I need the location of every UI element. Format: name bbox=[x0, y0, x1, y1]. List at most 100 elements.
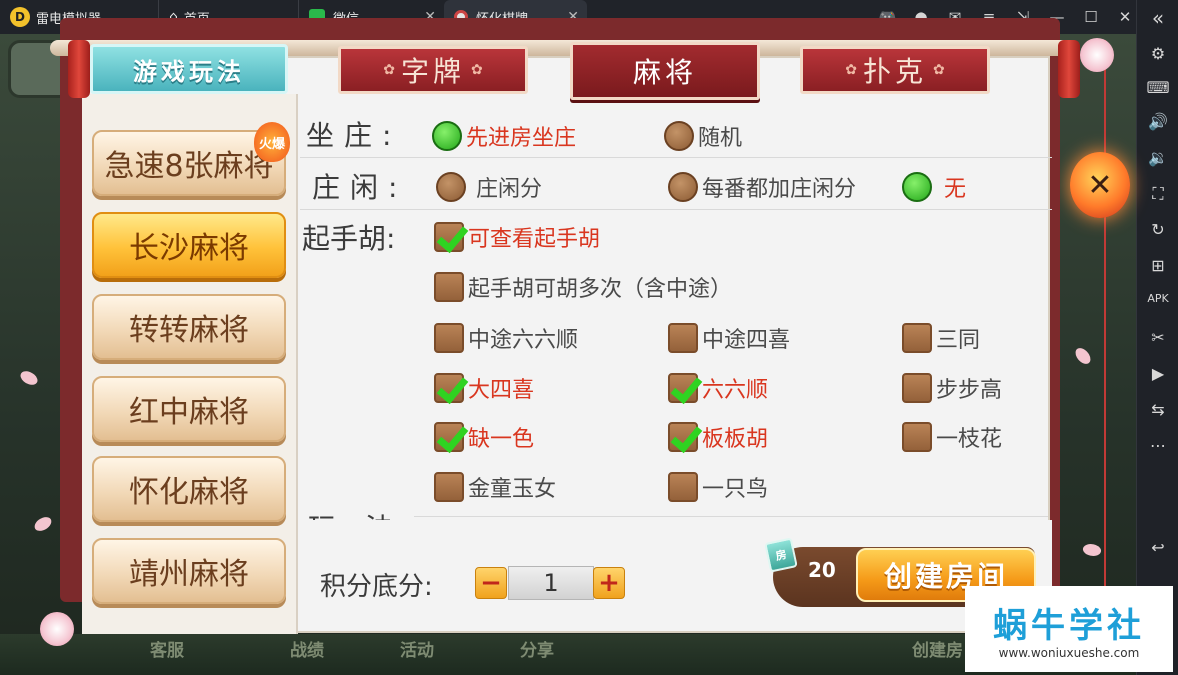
bg-service-label: 客服 bbox=[150, 641, 184, 661]
option-label: 金童玉女 bbox=[468, 477, 557, 502]
option-zhuangxian-meifan[interactable]: 每番都加庄闲分 bbox=[668, 171, 856, 203]
checkbox-view-qishouhu[interactable]: 可查看起手胡 bbox=[434, 221, 600, 253]
checkbox-multi-qishouhu[interactable]: 起手胡可胡多次（含中途） bbox=[434, 271, 732, 303]
screenshot-icon[interactable]: ⛶ bbox=[1137, 184, 1178, 204]
blossom-decoration bbox=[1080, 38, 1114, 72]
game-item-huaihua[interactable]: 怀化麻将 bbox=[92, 456, 286, 522]
option-label: 缺一色 bbox=[468, 427, 535, 452]
volume-up-icon[interactable]: 🔊 bbox=[1137, 112, 1178, 131]
checkbox-santong[interactable]: 三同 bbox=[902, 322, 980, 354]
score-value: 1 bbox=[508, 566, 594, 600]
settings-gear-icon[interactable]: ⚙ bbox=[1137, 44, 1178, 63]
game-item-jisu8[interactable]: 急速8张麻将 火爆 bbox=[92, 122, 290, 196]
game-item-hongzhong[interactable]: 红中麻将 bbox=[92, 376, 286, 442]
option-label: 起手胡可胡多次（含中途） bbox=[468, 277, 733, 302]
score-minus-button[interactable]: − bbox=[475, 567, 507, 599]
close-dialog-button[interactable]: ✕ bbox=[1070, 152, 1130, 218]
lantern-string bbox=[1104, 40, 1106, 600]
bg-create-label: 创建房 bbox=[912, 641, 963, 661]
scissors-icon[interactable]: ✂ bbox=[1137, 328, 1178, 347]
checkbox-zhongtu-sixi[interactable]: 中途四喜 bbox=[668, 322, 790, 354]
option-label: 大四喜 bbox=[468, 378, 535, 403]
blossom-decoration bbox=[40, 612, 74, 646]
checkbox-icon bbox=[668, 472, 698, 502]
clipped-row: 玩 法 bbox=[300, 505, 1040, 521]
checkbox-zhongtu-liuliushun[interactable]: 中途六六顺 bbox=[434, 322, 578, 354]
option-label: 庄闲分 bbox=[476, 177, 543, 202]
install-apk-icon[interactable]: APK bbox=[1137, 292, 1178, 305]
rotate-icon[interactable]: ↻ bbox=[1137, 220, 1178, 239]
close-window-icon[interactable]: ✕ bbox=[1116, 8, 1134, 26]
option-zuozhuang-random[interactable]: 随机 bbox=[664, 120, 742, 152]
minus-icon: − bbox=[480, 568, 502, 598]
score-plus-button[interactable]: + bbox=[593, 567, 625, 599]
option-label: 无 bbox=[944, 177, 967, 202]
row-label-wanfa: 玩 法 bbox=[308, 507, 403, 521]
option-label: 中途六六顺 bbox=[468, 328, 579, 353]
checkbox-checked-icon bbox=[668, 373, 698, 403]
game-item-changsha[interactable]: 长沙麻将 bbox=[92, 212, 286, 278]
option-label: 板板胡 bbox=[702, 427, 769, 452]
option-zhuangxian-none[interactable]: 无 bbox=[902, 171, 966, 203]
option-label: 一只鸟 bbox=[702, 477, 769, 502]
scroll-cap-right bbox=[1058, 40, 1080, 98]
checkbox-banbanhu[interactable]: 板板胡 bbox=[668, 421, 768, 453]
tab-ornament-icon: ✿ bbox=[383, 62, 395, 78]
game-item-label: 怀化麻将 bbox=[129, 475, 249, 510]
emulator-logo-icon: D bbox=[10, 7, 30, 27]
more-icon[interactable]: ⋯ bbox=[1137, 436, 1178, 455]
option-label: 可查看起手胡 bbox=[468, 227, 601, 252]
checkbox-liuliushun[interactable]: 六六顺 bbox=[668, 372, 768, 404]
radio-selected-icon bbox=[432, 121, 462, 151]
checkbox-dasixi[interactable]: 大四喜 bbox=[434, 372, 534, 404]
maximize-icon[interactable]: ☐ bbox=[1082, 8, 1100, 26]
volume-down-icon[interactable]: 🔉 bbox=[1137, 148, 1178, 167]
checkbox-yizhiniao[interactable]: 一只鸟 bbox=[668, 471, 768, 503]
keyboard-icon[interactable]: ⌨ bbox=[1137, 78, 1178, 97]
back-icon[interactable]: ↩ bbox=[1137, 538, 1178, 557]
watermark-title: 蜗牛学社 bbox=[993, 606, 1145, 646]
checkbox-bubugao[interactable]: 步步高 bbox=[902, 372, 1002, 404]
option-label: 步步高 bbox=[936, 378, 1003, 403]
close-icon: ✕ bbox=[1087, 167, 1113, 203]
game-item-zhuanzhuan[interactable]: 转转麻将 bbox=[92, 294, 286, 360]
add-app-icon[interactable]: ⊞ bbox=[1137, 256, 1178, 275]
game-item-jingzhou[interactable]: 靖州麻将 bbox=[92, 538, 286, 604]
row-divider bbox=[414, 516, 1048, 517]
tab-majiang[interactable]: 麻将 bbox=[570, 42, 760, 100]
game-item-label: 长沙麻将 bbox=[129, 231, 249, 266]
tab-zipai[interactable]: ✿ 字牌 ✿ bbox=[338, 46, 528, 94]
option-label: 一枝花 bbox=[936, 427, 1003, 452]
game-item-label: 急速8张麻将 bbox=[104, 149, 274, 184]
sync-icon[interactable]: ⇆ bbox=[1137, 400, 1178, 419]
checkbox-icon bbox=[434, 323, 464, 353]
option-zhuangxian-fen[interactable]: 庄闲分 bbox=[436, 171, 542, 203]
option-label: 随机 bbox=[698, 126, 743, 151]
checkbox-checked-icon bbox=[434, 222, 464, 252]
game-item-label: 红中麻将 bbox=[129, 395, 249, 430]
checkbox-yizhihua[interactable]: 一枝花 bbox=[902, 421, 1002, 453]
radio-icon bbox=[436, 172, 466, 202]
checkbox-checked-icon bbox=[434, 422, 464, 452]
collapse-sidebar-icon[interactable]: « bbox=[1137, 6, 1178, 30]
game-item-label: 转转麻将 bbox=[129, 313, 249, 348]
checkbox-jintongyunv[interactable]: 金童玉女 bbox=[434, 471, 556, 503]
radio-icon bbox=[668, 172, 698, 202]
game-item-label: 靖州麻将 bbox=[129, 557, 249, 592]
row-divider bbox=[300, 157, 1052, 158]
checkbox-queyise[interactable]: 缺一色 bbox=[434, 421, 534, 453]
tab-game-rules[interactable]: 游戏玩法 bbox=[90, 44, 288, 94]
radio-selected-icon bbox=[902, 172, 932, 202]
checkbox-icon bbox=[902, 422, 932, 452]
option-zuozhuang-first[interactable]: 先进房坐庄 bbox=[432, 120, 576, 152]
bg-record-label: 战绩 bbox=[290, 641, 324, 661]
checkbox-icon bbox=[434, 272, 464, 302]
option-label: 中途四喜 bbox=[702, 328, 791, 353]
emulator-sidebar: « ⚙ ⌨ 🔊 🔉 ⛶ ↻ ⊞ APK ✂ ▶ ⇆ ⋯ ↩ bbox=[1136, 0, 1178, 675]
record-video-icon[interactable]: ▶ bbox=[1137, 364, 1178, 383]
watermark: 蜗牛学社 www.woniuxueshe.com bbox=[965, 586, 1173, 672]
checkbox-icon bbox=[668, 323, 698, 353]
tab-puke[interactable]: ✿ 扑克 ✿ bbox=[800, 46, 990, 94]
tab-ornament-icon: ✿ bbox=[933, 62, 945, 78]
checkbox-checked-icon bbox=[434, 373, 464, 403]
